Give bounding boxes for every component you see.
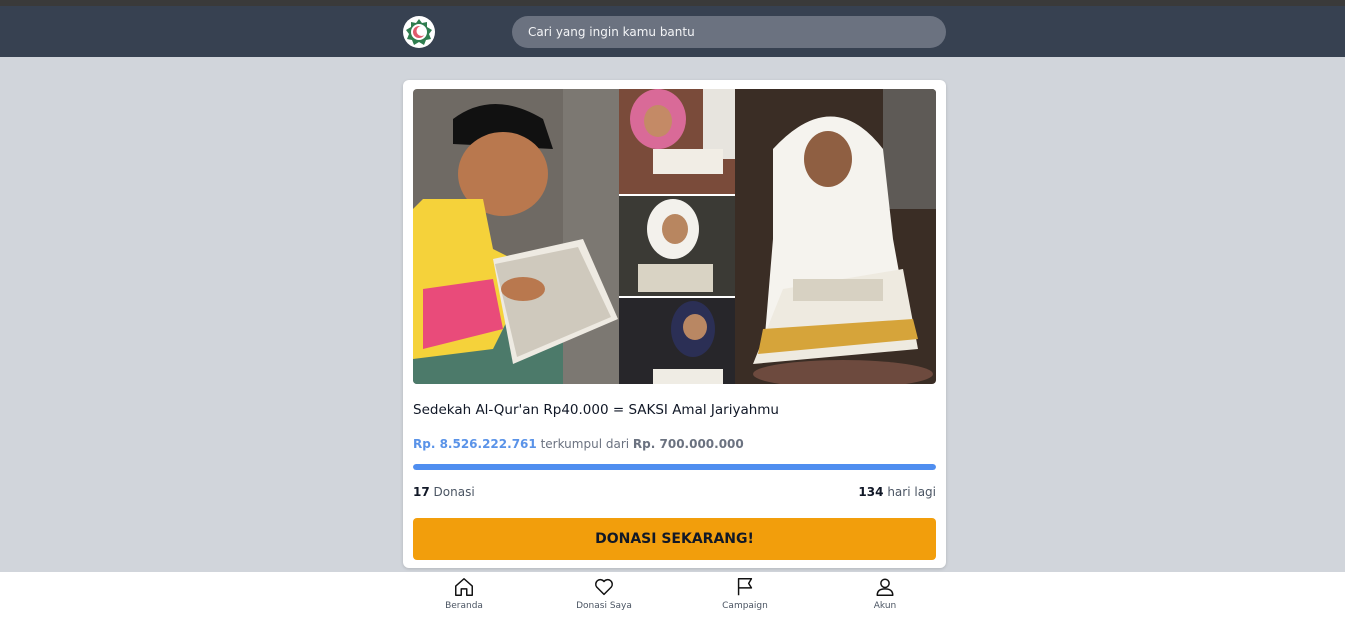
- nav-label-beranda: Beranda: [445, 601, 483, 611]
- days-left: 134 hari lagi: [858, 485, 936, 499]
- search-input[interactable]: [512, 16, 946, 48]
- progress-fill: [413, 464, 936, 470]
- donation-count-label: Donasi: [433, 485, 475, 499]
- funds-summary: Rp. 8.526.222.761 terkumpul dari Rp. 700…: [413, 437, 744, 451]
- app-header: [0, 6, 1345, 57]
- user-icon: [876, 578, 894, 596]
- nav-item-beranda[interactable]: Beranda: [419, 576, 509, 611]
- target-amount: Rp. 700.000.000: [632, 437, 744, 451]
- nav-item-akun[interactable]: Akun: [840, 576, 930, 611]
- funds-connector: terkumpul dari: [540, 437, 630, 451]
- donate-now-button[interactable]: DONASI SEKARANG!: [413, 518, 936, 560]
- campaign-image[interactable]: [413, 89, 936, 384]
- progress-bar: [413, 464, 936, 470]
- donation-count-value: 17: [413, 485, 430, 499]
- donation-count: 17 Donasi: [413, 485, 475, 499]
- days-left-label: hari lagi: [887, 485, 936, 499]
- collected-amount: Rp. 8.526.222.761: [413, 437, 537, 451]
- heart-icon: [595, 578, 613, 596]
- home-icon: [455, 578, 473, 596]
- nav-label-akun: Akun: [873, 601, 897, 611]
- days-left-value: 134: [858, 485, 884, 499]
- bottom-navigation: Beranda Donasi Saya Campaign Akun: [0, 572, 1345, 620]
- nav-label-donasi-saya: Donasi Saya: [576, 601, 632, 611]
- crescent-logo-icon[interactable]: [403, 16, 435, 48]
- nav-item-campaign[interactable]: Campaign: [700, 576, 790, 611]
- campaign-card[interactable]: Sedekah Al-Qur'an Rp40.000 = SAKSI Amal …: [403, 80, 946, 568]
- flag-icon: [737, 578, 753, 596]
- campaign-title[interactable]: Sedekah Al-Qur'an Rp40.000 = SAKSI Amal …: [413, 402, 779, 418]
- nav-item-donasi-saya[interactable]: Donasi Saya: [559, 576, 649, 611]
- nav-label-campaign: Campaign: [722, 601, 768, 611]
